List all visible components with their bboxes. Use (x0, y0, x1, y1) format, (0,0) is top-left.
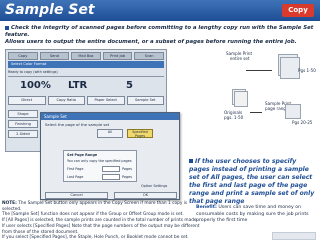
sample-print-entire-sub: entire set (230, 56, 250, 61)
page-range-callout: If the user chooses to specify pages ins… (189, 158, 317, 206)
specified-pages-option[interactable]: Specified Pages (127, 129, 153, 138)
callout-text: If the user chooses to specify pages ins… (189, 158, 315, 205)
tab-print-job[interactable]: Print Job (102, 52, 133, 60)
copier-tabs: Copy Send Mail Box Print Job Scan (8, 52, 164, 60)
tab-mail-box[interactable]: Mail Box (71, 52, 101, 60)
note-label: NOTE: (2, 201, 17, 206)
panel-subtitle: You can only copy the specified pages (67, 159, 132, 163)
pages-1-50-label: Pgs 1-50 (298, 68, 316, 73)
note-block: NOTE: The Sample Set button only appears… (2, 201, 204, 241)
pages-20-25-label: Pgs 20-25 (292, 120, 313, 125)
shape-button[interactable]: Shape (8, 110, 38, 118)
intro-line-2: Allows users to output the entire docume… (5, 39, 297, 45)
last-page-label: Last Page (67, 175, 84, 179)
copy-count: 5 (126, 80, 133, 91)
note-line-1: The Sample Set button only appears in th… (2, 201, 188, 212)
copy-ratio-button[interactable]: Copy Ratio (47, 96, 85, 105)
note-line-2: The [Sample Set] function does not appea… (2, 212, 184, 218)
cancel-button[interactable]: Cancel (45, 192, 108, 199)
color-format-bar[interactable]: Select Color Format (8, 61, 164, 68)
sample-set-button[interactable]: Sample Set (126, 96, 164, 105)
note-line-3: If [All Pages] is selected, the sample p… (2, 218, 198, 224)
copier-button-row: Direct Copy Ratio Paper Select Sample Se… (8, 96, 164, 105)
arrow-bottom (250, 112, 262, 113)
page-range-panel: Set Page Range You can only copy the spe… (63, 150, 137, 182)
originals-stack-sheet (234, 91, 248, 107)
finishing-button[interactable]: Finishing (8, 120, 38, 128)
bullet-icon (189, 159, 193, 163)
last-page-unit: Pages (122, 175, 132, 179)
tab-scan[interactable]: Scan (134, 52, 164, 60)
option-settings-label: Option Settings (141, 184, 168, 188)
all-pages-option[interactable]: All (97, 129, 123, 138)
last-page-field[interactable] (102, 174, 120, 180)
page-footer-box (272, 232, 316, 240)
intro-line-1: Check the integrity of scanned pages bef… (5, 25, 314, 38)
ok-button[interactable]: OK (114, 192, 177, 199)
note-line-5: If you select [Specified Pages], the Sta… (2, 235, 189, 241)
zoom-value: 100% (20, 80, 51, 91)
panel-title: Set Page Range (67, 153, 98, 157)
header-bar: Sample Set Copy (0, 0, 320, 21)
paper-select-button[interactable]: Paper Select (87, 96, 125, 105)
dialog-subtitle: Select the page of the sample set (45, 122, 110, 127)
direct-button[interactable]: Direct (8, 96, 46, 105)
note-line-4: If user selects [Specified Pages] Note t… (2, 223, 200, 235)
divider (8, 76, 164, 77)
bullet-icon (5, 25, 9, 30)
arrow-top (246, 70, 272, 71)
first-page-label: First Page (67, 167, 84, 171)
page-title: Sample Set (5, 2, 95, 18)
tab-copy[interactable]: Copy (8, 52, 38, 60)
range-stack (285, 104, 301, 119)
tab-send[interactable]: Send (39, 52, 70, 60)
first-page-field[interactable] (102, 166, 120, 172)
entire-set-stack-sheet (280, 57, 300, 79)
two-sided-button[interactable]: 2-Sided (8, 130, 38, 138)
first-page-unit: Pages (122, 167, 132, 171)
dialog-button-row: Cancel OK (45, 192, 177, 199)
benefit-text: Benefit: Users can save time and money o… (196, 205, 314, 225)
copy-badge: Copy (282, 4, 314, 17)
sample-set-dialog: Sample Set Select the page of the sample… (40, 112, 180, 200)
paper-size: LTR (68, 80, 88, 91)
dialog-title: Sample Set (41, 113, 179, 120)
intro-text: Check the integrity of scanned pages bef… (5, 25, 317, 46)
originals-range-label: pgs. 1-50 (224, 115, 244, 120)
ready-status: Ready to copy (with settings) (8, 70, 58, 74)
